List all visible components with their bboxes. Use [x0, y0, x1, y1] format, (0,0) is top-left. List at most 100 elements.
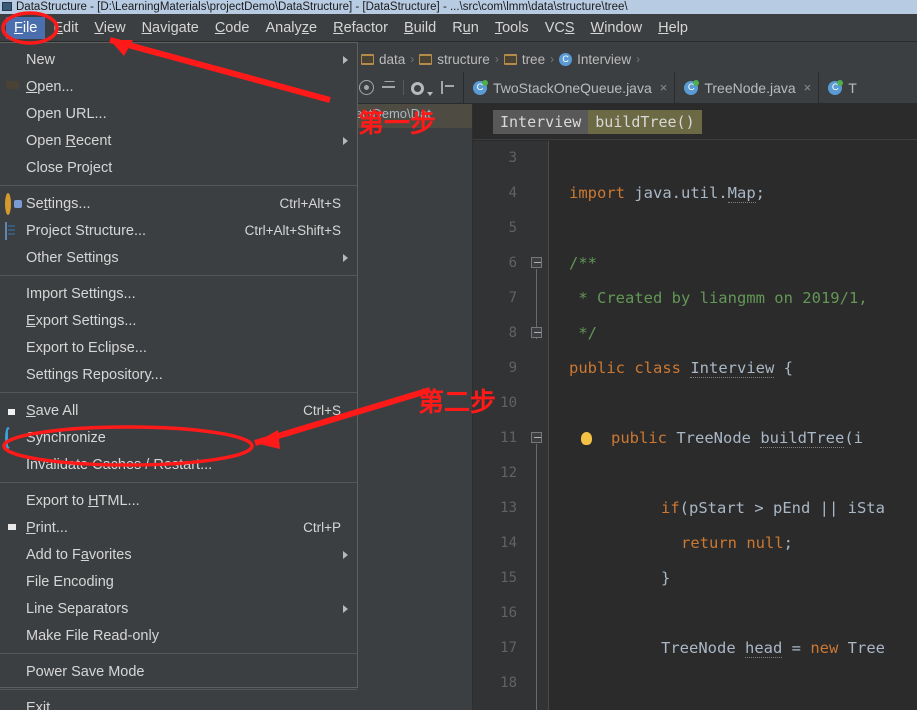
close-icon[interactable]: × — [804, 80, 812, 95]
editor-tab-treenode[interactable]: C TreeNode.java × — [674, 72, 818, 103]
breadcrumb-label: data — [379, 51, 406, 67]
close-icon[interactable]: × — [660, 80, 668, 95]
settings-gear-icon[interactable] — [411, 81, 424, 95]
structure-icon — [5, 221, 21, 240]
menu-refactor[interactable]: Refactor — [325, 17, 396, 39]
menu-item-project-structure[interactable]: Project Structure... Ctrl+Alt+Shift+S — [0, 217, 357, 244]
intellij-idea-window: DataStructure - [D:\LearningMaterials\pr… — [0, 0, 917, 710]
fold-collapse-icon[interactable] — [531, 432, 542, 443]
submenu-arrow-icon — [343, 253, 348, 262]
code-line-17: TreeNode head = new Tree — [661, 639, 885, 658]
file-menu-dropdown[interactable]: New Open... Open URL... Open Recent Clos… — [0, 42, 358, 710]
menu-item-exit[interactable]: Exit — [0, 694, 357, 710]
code-editor[interactable]: Interview buildTree() 3 4 5 6 7 7 8 9 10… — [473, 104, 917, 710]
line-number: 10 — [500, 395, 517, 411]
menu-navigate[interactable]: Navigate — [134, 17, 207, 39]
hide-panel-icon[interactable] — [440, 80, 455, 95]
fold-range-line — [536, 444, 537, 710]
java-class-icon: C — [684, 79, 700, 95]
breadcrumb-separator: › — [494, 52, 499, 66]
folder-icon — [503, 53, 517, 65]
menu-tools[interactable]: Tools — [487, 17, 537, 39]
sticky-class-chip[interactable]: Interview — [493, 109, 589, 134]
breadcrumb-item-structure[interactable]: structure — [419, 52, 490, 67]
menu-run[interactable]: Run — [444, 17, 487, 39]
menu-item-settings-repository[interactable]: Settings Repository... — [0, 361, 357, 388]
menu-build[interactable]: Build — [396, 17, 444, 39]
breadcrumb-separator: › — [636, 52, 641, 66]
code-line-13: if(pStart > pEnd || iSta — [661, 499, 885, 517]
menu-shortcut: Ctrl+Alt+S — [279, 196, 341, 211]
breadcrumb-item-tree[interactable]: tree — [503, 51, 546, 67]
menu-code[interactable]: Code — [207, 17, 258, 39]
menu-file[interactable]: FFileile — [6, 16, 46, 39]
menu-item-open[interactable]: Open... — [0, 73, 357, 100]
toolbar-divider — [403, 80, 404, 95]
fold-collapse-icon[interactable] — [531, 257, 542, 268]
code-line-14: return null; — [681, 534, 793, 552]
line-number: 16 — [500, 605, 517, 621]
menu-item-power-save-mode[interactable]: Power Save Mode — [0, 658, 357, 685]
fold-collapse-icon[interactable] — [531, 327, 542, 338]
code-text-area[interactable]: import java.util.Map; /** * Created by l… — [549, 141, 917, 710]
intention-bulb-icon[interactable] — [581, 432, 592, 445]
submenu-arrow-icon — [343, 550, 348, 559]
menu-item-add-to-favorites[interactable]: Add to Favorites — [0, 541, 357, 568]
menu-item-synchronize[interactable]: Synchronize — [0, 424, 357, 451]
menu-view[interactable]: View — [86, 17, 133, 39]
chevron-down-icon[interactable] — [427, 92, 433, 96]
menu-window[interactable]: Window — [583, 17, 651, 39]
menu-separator — [0, 482, 357, 483]
line-number: 5 — [508, 220, 517, 236]
idea-app-icon — [2, 2, 12, 11]
menu-item-settings[interactable]: Settings... Ctrl+Alt+S — [0, 190, 357, 217]
menu-item-export-settings[interactable]: Export Settings... — [0, 307, 357, 334]
locate-icon[interactable] — [359, 80, 374, 95]
menu-help[interactable]: Help — [650, 17, 696, 39]
code-folding-gutter[interactable] — [525, 141, 549, 710]
menu-item-open-recent[interactable]: Open Recent — [0, 127, 357, 154]
code-line-11: public TreeNode buildTree(i — [611, 429, 863, 448]
menu-item-file-encoding[interactable]: File Encoding — [0, 568, 357, 595]
breadcrumb-separator: › — [550, 52, 555, 66]
sticky-method-chip[interactable]: buildTree() — [588, 109, 702, 134]
menu-item-export-to-eclipse[interactable]: Export to Eclipse... — [0, 334, 357, 361]
menu-separator — [0, 392, 357, 393]
menu-item-make-file-read-only[interactable]: Make File Read-only — [0, 622, 357, 649]
menu-item-close-project[interactable]: Close Project — [0, 154, 357, 181]
breadcrumb-item-data[interactable]: data — [361, 52, 405, 67]
line-number-gutter[interactable]: 3 4 5 6 7 7 8 9 10 11 12 13 14 15 16 17 … — [473, 141, 525, 710]
menu-separator — [0, 689, 357, 690]
menu-item-print[interactable]: Print... Ctrl+P — [0, 514, 357, 541]
collapse-all-icon[interactable] — [381, 80, 396, 95]
menu-item-import-settings[interactable]: Import Settings... — [0, 280, 357, 307]
java-class-icon: C — [473, 79, 488, 95]
menu-vcs[interactable]: VCS — [537, 17, 583, 39]
print-icon — [5, 520, 21, 536]
project-tree-path-text: ectDemo\Dat — [355, 106, 431, 121]
breadcrumb-item-interview[interactable]: C Interview — [559, 52, 631, 67]
menu-analyze[interactable]: Analyze — [258, 17, 326, 39]
line-number: 7 — [508, 290, 517, 306]
project-tool-window[interactable] — [355, 104, 473, 710]
menu-item-save-all[interactable]: Save All Ctrl+S — [0, 397, 357, 424]
editor-tab-label: TwoStackOneQueue.java — [493, 79, 652, 96]
menu-item-other-settings[interactable]: Other Settings — [0, 244, 357, 271]
java-class-icon: C — [828, 79, 844, 95]
menu-separator — [0, 653, 357, 654]
breadcrumb: data › structure › tree › C Interview › — [355, 46, 917, 72]
editor-tab-twostackonequeue[interactable]: C TwoStackOneQueue.java × — [463, 72, 674, 103]
menu-item-export-to-html[interactable]: Export to HTML... — [0, 487, 357, 514]
gear-icon — [5, 192, 21, 215]
save-icon — [5, 403, 21, 419]
menu-item-new[interactable]: New — [0, 46, 357, 73]
editor-tab-label: T — [848, 79, 857, 96]
menu-item-open-url[interactable]: Open URL... — [0, 100, 357, 127]
menu-item-line-separators[interactable]: Line Separators — [0, 595, 357, 622]
menu-item-invalidate-caches-restart[interactable]: Invalidate Caches / Restart... — [0, 451, 357, 478]
breadcrumb-separator: › — [410, 52, 415, 66]
menu-edit[interactable]: Edit — [45, 17, 86, 39]
submenu-arrow-icon — [343, 136, 348, 145]
editor-tab-interview[interactable]: C T — [818, 72, 864, 103]
breadcrumb-label: tree — [521, 51, 546, 67]
